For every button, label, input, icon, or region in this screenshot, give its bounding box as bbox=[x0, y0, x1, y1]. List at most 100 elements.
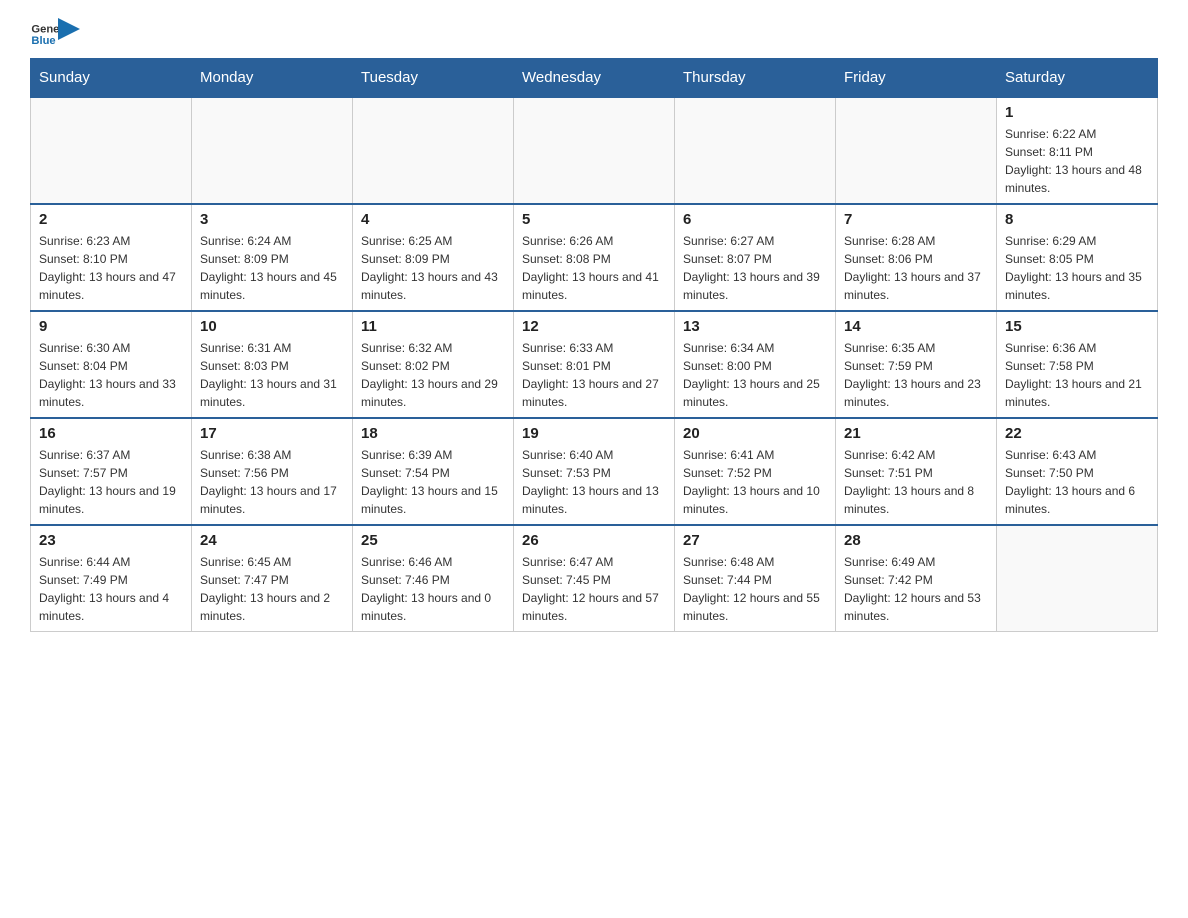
day-number: 10 bbox=[200, 318, 344, 335]
calendar-header-saturday: Saturday bbox=[997, 59, 1158, 98]
logo-icon: General Blue bbox=[30, 20, 58, 48]
day-number: 8 bbox=[1005, 211, 1149, 228]
day-number: 5 bbox=[522, 211, 666, 228]
day-number: 9 bbox=[39, 318, 183, 335]
calendar-cell: 28 Sunrise: 6:49 AM Sunset: 7:42 PM Dayli… bbox=[836, 525, 997, 632]
day-info: Sunrise: 6:33 AM Sunset: 8:01 PM Dayligh… bbox=[522, 339, 666, 411]
day-info: Sunrise: 6:37 AM Sunset: 7:57 PM Dayligh… bbox=[39, 446, 183, 518]
svg-text:Blue: Blue bbox=[31, 35, 55, 47]
day-info: Sunrise: 6:35 AM Sunset: 7:59 PM Dayligh… bbox=[844, 339, 988, 411]
day-info: Sunrise: 6:28 AM Sunset: 8:06 PM Dayligh… bbox=[844, 232, 988, 304]
calendar-cell bbox=[514, 97, 675, 204]
page-header: General Blue bbox=[30, 20, 1158, 48]
day-info: Sunrise: 6:47 AM Sunset: 7:45 PM Dayligh… bbox=[522, 553, 666, 625]
day-number: 28 bbox=[844, 532, 988, 549]
calendar-cell bbox=[192, 97, 353, 204]
calendar-cell: 21 Sunrise: 6:42 AM Sunset: 7:51 PM Dayli… bbox=[836, 418, 997, 525]
day-number: 3 bbox=[200, 211, 344, 228]
calendar-header-sunday: Sunday bbox=[31, 59, 192, 98]
calendar-week-row: 2 Sunrise: 6:23 AM Sunset: 8:10 PM Daylig… bbox=[31, 204, 1158, 311]
day-number: 16 bbox=[39, 425, 183, 442]
day-number: 19 bbox=[522, 425, 666, 442]
day-number: 22 bbox=[1005, 425, 1149, 442]
calendar-cell: 5 Sunrise: 6:26 AM Sunset: 8:08 PM Daylig… bbox=[514, 204, 675, 311]
day-number: 12 bbox=[522, 318, 666, 335]
calendar-cell: 17Sunrise: 6:38 AM Sunset: 7:56 PM Dayli… bbox=[192, 418, 353, 525]
calendar-cell: 9 Sunrise: 6:30 AM Sunset: 8:04 PM Daylig… bbox=[31, 311, 192, 418]
calendar-cell: 13 Sunrise: 6:34 AM Sunset: 8:00 PM Dayli… bbox=[675, 311, 836, 418]
day-number: 20 bbox=[683, 425, 827, 442]
calendar-header-wednesday: Wednesday bbox=[514, 59, 675, 98]
day-info: Sunrise: 6:29 AM Sunset: 8:05 PM Dayligh… bbox=[1005, 232, 1149, 304]
calendar-week-row: 23 Sunrise: 6:44 AM Sunset: 7:49 PM Dayli… bbox=[31, 525, 1158, 632]
calendar-cell: 3 Sunrise: 6:24 AM Sunset: 8:09 PM Daylig… bbox=[192, 204, 353, 311]
day-info: Sunrise: 6:32 AM Sunset: 8:02 PM Dayligh… bbox=[361, 339, 505, 411]
calendar-cell bbox=[31, 97, 192, 204]
calendar-cell: 14 Sunrise: 6:35 AM Sunset: 7:59 PM Dayli… bbox=[836, 311, 997, 418]
calendar-cell: 10 Sunrise: 6:31 AM Sunset: 8:03 PM Dayli… bbox=[192, 311, 353, 418]
day-info: Sunrise: 6:49 AM Sunset: 7:42 PM Dayligh… bbox=[844, 553, 988, 625]
day-info: Sunrise: 6:26 AM Sunset: 8:08 PM Dayligh… bbox=[522, 232, 666, 304]
day-info: Sunrise: 6:48 AM Sunset: 7:44 PM Dayligh… bbox=[683, 553, 827, 625]
calendar-cell: 27 Sunrise: 6:48 AM Sunset: 7:44 PM Dayli… bbox=[675, 525, 836, 632]
calendar-cell bbox=[836, 97, 997, 204]
day-info: Sunrise: 6:39 AM Sunset: 7:54 PM Dayligh… bbox=[361, 446, 505, 518]
day-number: 2 bbox=[39, 211, 183, 228]
calendar-header-monday: Monday bbox=[192, 59, 353, 98]
day-number: 1 bbox=[1005, 104, 1149, 121]
day-info: Sunrise: 6:36 AM Sunset: 7:58 PM Dayligh… bbox=[1005, 339, 1149, 411]
calendar-cell: 6Sunrise: 6:27 AM Sunset: 8:07 PM Daylig… bbox=[675, 204, 836, 311]
calendar-cell: 2 Sunrise: 6:23 AM Sunset: 8:10 PM Daylig… bbox=[31, 204, 192, 311]
day-number: 27 bbox=[683, 532, 827, 549]
day-info: Sunrise: 6:23 AM Sunset: 8:10 PM Dayligh… bbox=[39, 232, 183, 304]
logo: General Blue bbox=[30, 20, 80, 48]
calendar-cell: 16 Sunrise: 6:37 AM Sunset: 7:57 PM Dayli… bbox=[31, 418, 192, 525]
day-info: Sunrise: 6:43 AM Sunset: 7:50 PM Dayligh… bbox=[1005, 446, 1149, 518]
day-info: Sunrise: 6:31 AM Sunset: 8:03 PM Dayligh… bbox=[200, 339, 344, 411]
day-info: Sunrise: 6:30 AM Sunset: 8:04 PM Dayligh… bbox=[39, 339, 183, 411]
calendar-cell: 1 Sunrise: 6:22 AM Sunset: 8:11 PM Daylig… bbox=[997, 97, 1158, 204]
calendar-header-friday: Friday bbox=[836, 59, 997, 98]
calendar-cell: 25Sunrise: 6:46 AM Sunset: 7:46 PM Dayli… bbox=[353, 525, 514, 632]
calendar-cell: 12 Sunrise: 6:33 AM Sunset: 8:01 PM Dayli… bbox=[514, 311, 675, 418]
day-info: Sunrise: 6:22 AM Sunset: 8:11 PM Dayligh… bbox=[1005, 125, 1149, 197]
day-number: 17 bbox=[200, 425, 344, 442]
day-number: 14 bbox=[844, 318, 988, 335]
day-info: Sunrise: 6:44 AM Sunset: 7:49 PM Dayligh… bbox=[39, 553, 183, 625]
calendar-cell: 22 Sunrise: 6:43 AM Sunset: 7:50 PM Dayli… bbox=[997, 418, 1158, 525]
calendar-cell: 20 Sunrise: 6:41 AM Sunset: 7:52 PM Dayli… bbox=[675, 418, 836, 525]
calendar-cell: 18 Sunrise: 6:39 AM Sunset: 7:54 PM Dayli… bbox=[353, 418, 514, 525]
calendar-cell: 7 Sunrise: 6:28 AM Sunset: 8:06 PM Daylig… bbox=[836, 204, 997, 311]
day-number: 4 bbox=[361, 211, 505, 228]
calendar-header-thursday: Thursday bbox=[675, 59, 836, 98]
day-number: 23 bbox=[39, 532, 183, 549]
calendar-cell: 26Sunrise: 6:47 AM Sunset: 7:45 PM Dayli… bbox=[514, 525, 675, 632]
day-info: Sunrise: 6:42 AM Sunset: 7:51 PM Dayligh… bbox=[844, 446, 988, 518]
calendar-cell: 11 Sunrise: 6:32 AM Sunset: 8:02 PM Dayli… bbox=[353, 311, 514, 418]
day-number: 18 bbox=[361, 425, 505, 442]
day-info: Sunrise: 6:41 AM Sunset: 7:52 PM Dayligh… bbox=[683, 446, 827, 518]
svg-text:General: General bbox=[31, 24, 58, 36]
calendar-cell: 15Sunrise: 6:36 AM Sunset: 7:58 PM Dayli… bbox=[997, 311, 1158, 418]
calendar-cell bbox=[675, 97, 836, 204]
day-info: Sunrise: 6:25 AM Sunset: 8:09 PM Dayligh… bbox=[361, 232, 505, 304]
calendar-cell bbox=[353, 97, 514, 204]
day-number: 7 bbox=[844, 211, 988, 228]
day-number: 21 bbox=[844, 425, 988, 442]
day-info: Sunrise: 6:27 AM Sunset: 8:07 PM Dayligh… bbox=[683, 232, 827, 304]
day-number: 11 bbox=[361, 318, 505, 335]
calendar-header-tuesday: Tuesday bbox=[353, 59, 514, 98]
day-number: 13 bbox=[683, 318, 827, 335]
calendar-table: SundayMondayTuesdayWednesdayThursdayFrid… bbox=[30, 58, 1158, 632]
calendar-cell bbox=[997, 525, 1158, 632]
day-info: Sunrise: 6:24 AM Sunset: 8:09 PM Dayligh… bbox=[200, 232, 344, 304]
calendar-cell: 19 Sunrise: 6:40 AM Sunset: 7:53 PM Dayli… bbox=[514, 418, 675, 525]
day-info: Sunrise: 6:45 AM Sunset: 7:47 PM Dayligh… bbox=[200, 553, 344, 625]
calendar-cell: 23 Sunrise: 6:44 AM Sunset: 7:49 PM Dayli… bbox=[31, 525, 192, 632]
day-info: Sunrise: 6:40 AM Sunset: 7:53 PM Dayligh… bbox=[522, 446, 666, 518]
calendar-cell: 24Sunrise: 6:45 AM Sunset: 7:47 PM Dayli… bbox=[192, 525, 353, 632]
calendar-cell: 4 Sunrise: 6:25 AM Sunset: 8:09 PM Daylig… bbox=[353, 204, 514, 311]
calendar-cell: 8 Sunrise: 6:29 AM Sunset: 8:05 PM Daylig… bbox=[997, 204, 1158, 311]
day-info: Sunrise: 6:46 AM Sunset: 7:46 PM Dayligh… bbox=[361, 553, 505, 625]
day-info: Sunrise: 6:34 AM Sunset: 8:00 PM Dayligh… bbox=[683, 339, 827, 411]
